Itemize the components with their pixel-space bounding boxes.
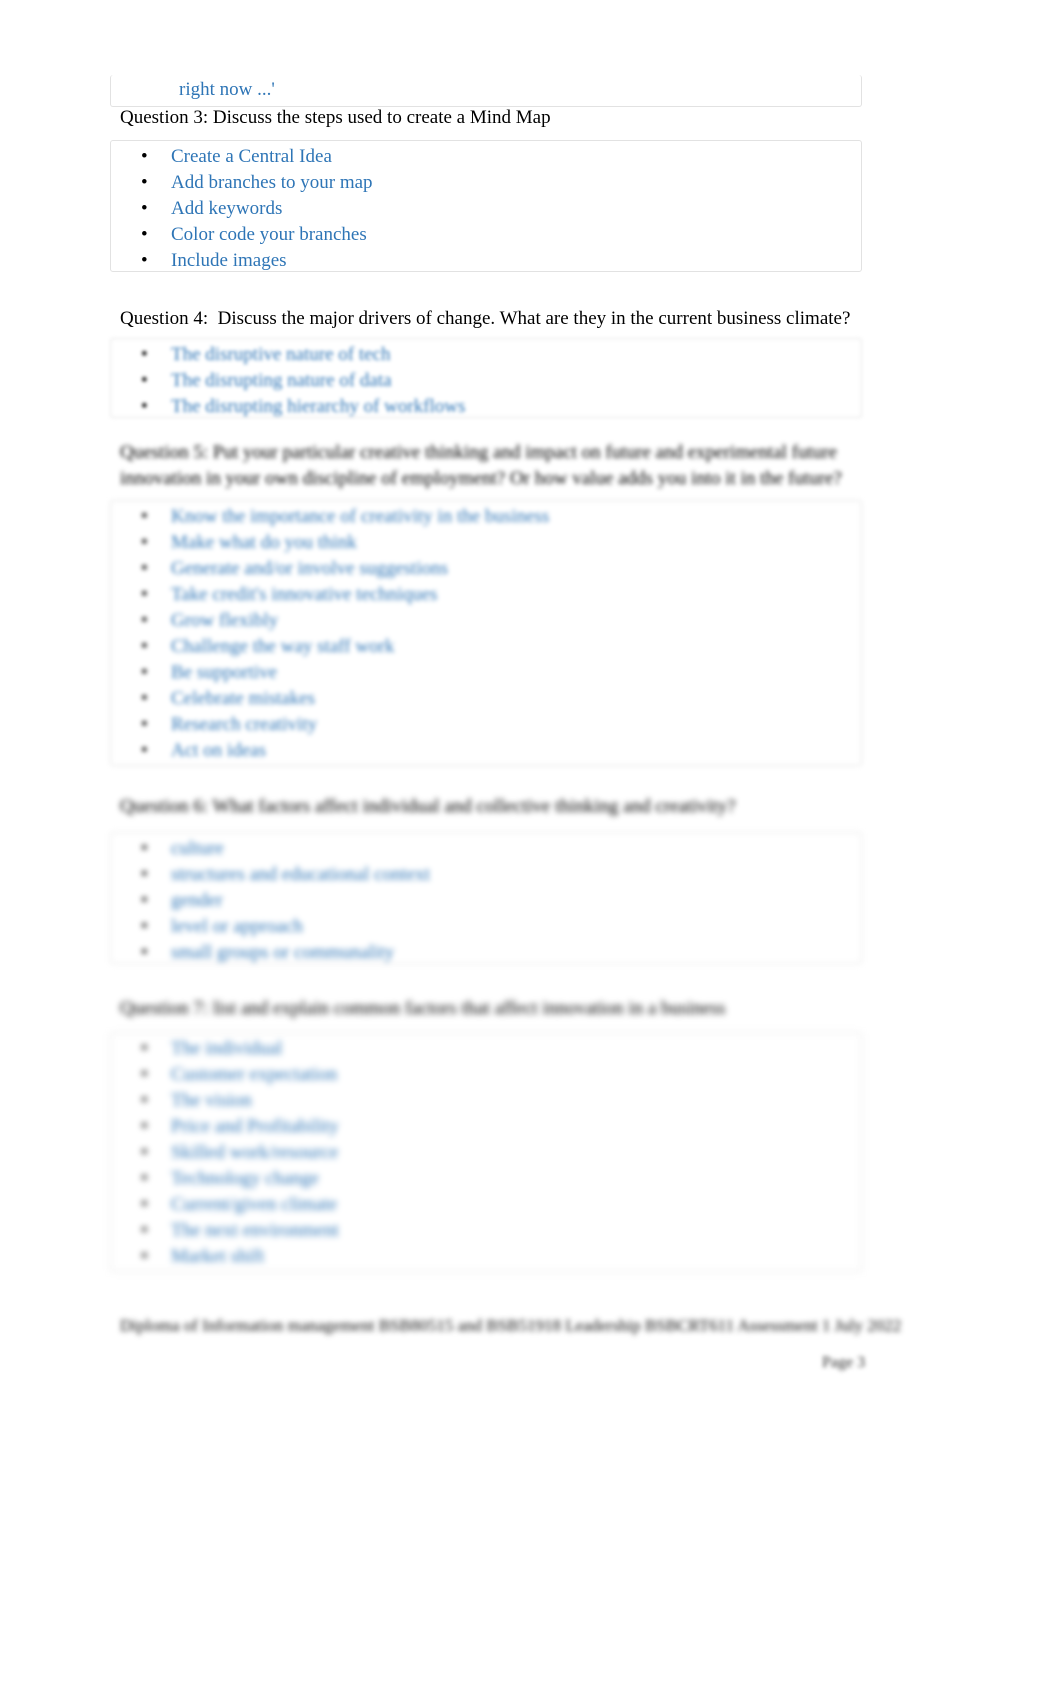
list-item: culture <box>111 836 861 862</box>
list-item: Price and Profitability <box>111 1114 861 1140</box>
list-item: Technology change <box>111 1166 861 1192</box>
list-item: Challenge the way staff work <box>111 634 861 660</box>
question-7-heading: Question 7: list and explain common fact… <box>120 998 726 1019</box>
list-item: Act on ideas <box>111 738 861 764</box>
list-item: Create a Central Idea <box>111 144 861 170</box>
list-item: The disruptive nature of tech <box>111 342 861 368</box>
list-item: Be supportive <box>111 660 861 686</box>
list-item: structures and educational context <box>111 862 861 888</box>
list-item: Add keywords <box>111 196 861 222</box>
document-footer: Diploma of Information management BSB805… <box>120 1316 902 1335</box>
list-item: Add branches to your map <box>111 170 861 196</box>
list-item: The next environment <box>111 1218 861 1244</box>
answer-box-q3: Create a Central Idea Add branches to yo… <box>110 140 862 274</box>
list-item: Make what do you think <box>111 530 861 556</box>
question-6-heading: Question 6: What factors affect individu… <box>120 796 736 817</box>
list-item: The disrupting hierarchy of workflows <box>111 394 861 420</box>
list-item: The individual <box>111 1036 861 1062</box>
list-item: Grow flexibly <box>111 608 861 634</box>
list-item: Take credit's innovative techniques <box>111 582 861 608</box>
list-item: Include images <box>111 248 861 274</box>
list-item: Color code your branches <box>111 222 861 248</box>
question-4-heading: Question 4: Discuss the major drivers of… <box>120 308 851 329</box>
answer-box-q7: The individual Customer expectation The … <box>110 1032 862 1272</box>
list-item: level or approach <box>111 914 861 940</box>
list-item: Market shift <box>111 1244 861 1270</box>
list-item: Current/given climate <box>111 1192 861 1218</box>
question-3-heading: Question 3: Discuss the steps used to cr… <box>120 107 551 128</box>
list-item: Generate and/or involve suggestions <box>111 556 861 582</box>
list-item: Skilled work/resource <box>111 1140 861 1166</box>
page-number: Page 3 <box>822 1354 866 1371</box>
list-item: The disrupting nature of data <box>111 368 861 394</box>
answer-box-q5: Know the importance of creativity in the… <box>110 500 862 766</box>
list-item: Research creativity <box>111 712 861 738</box>
list-item: Celebrate mistakes <box>111 686 861 712</box>
list-item: small groups or communality <box>111 940 861 966</box>
question-5-heading: Question 5: Put your particular creative… <box>120 442 842 489</box>
list-item: The vision <box>111 1088 861 1114</box>
top-fragment-text: right now ...' <box>179 79 275 100</box>
document-page: right now ...' Question 3: Discuss the s… <box>0 0 1062 1686</box>
answer-box-top-fragment: right now ...' <box>110 75 862 107</box>
answer-box-q4: The disruptive nature of tech The disrup… <box>110 338 862 420</box>
answer-box-q6: culture structures and educational conte… <box>110 832 862 966</box>
list-item: Know the importance of creativity in the… <box>111 504 861 530</box>
list-item: gender <box>111 888 861 914</box>
list-item: Customer expectation <box>111 1062 861 1088</box>
